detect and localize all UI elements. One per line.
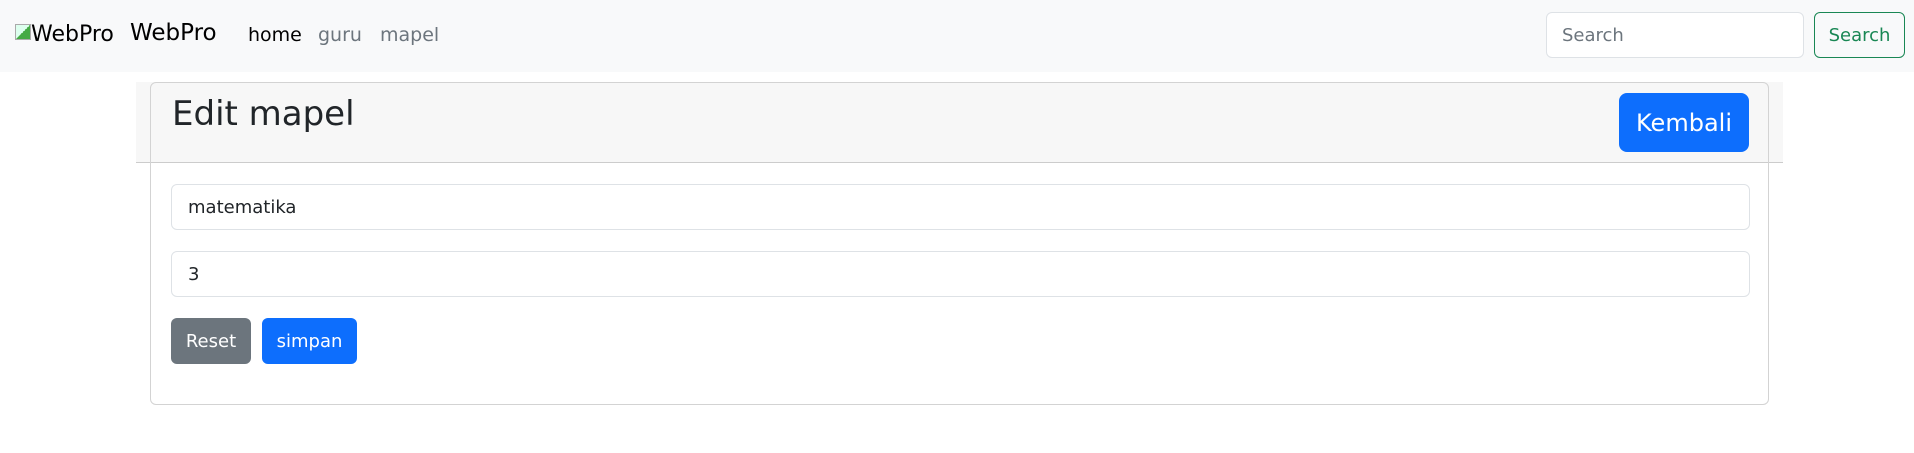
logo-alt-text: WebPro	[31, 22, 114, 47]
broken-image-icon	[15, 24, 31, 40]
page-title: Edit mapel	[172, 94, 355, 134]
logo-image[interactable]: WebPro	[15, 22, 114, 47]
brand-link[interactable]: WebPro	[130, 20, 217, 46]
nav-link-mapel[interactable]: mapel	[380, 24, 439, 46]
search-input[interactable]	[1546, 12, 1804, 58]
reset-button[interactable]: Reset	[171, 318, 251, 364]
mapel-name-field[interactable]	[171, 184, 1750, 230]
back-button[interactable]: Kembali	[1619, 93, 1749, 152]
edit-card	[150, 82, 1769, 405]
mapel-number-field[interactable]	[171, 251, 1750, 297]
save-button[interactable]: simpan	[262, 318, 357, 364]
navbar: WebPro WebPro home guru mapel Search	[0, 0, 1914, 72]
search-button[interactable]: Search	[1814, 12, 1905, 58]
nav-link-home[interactable]: home	[248, 24, 302, 46]
nav-link-guru[interactable]: guru	[318, 24, 362, 46]
